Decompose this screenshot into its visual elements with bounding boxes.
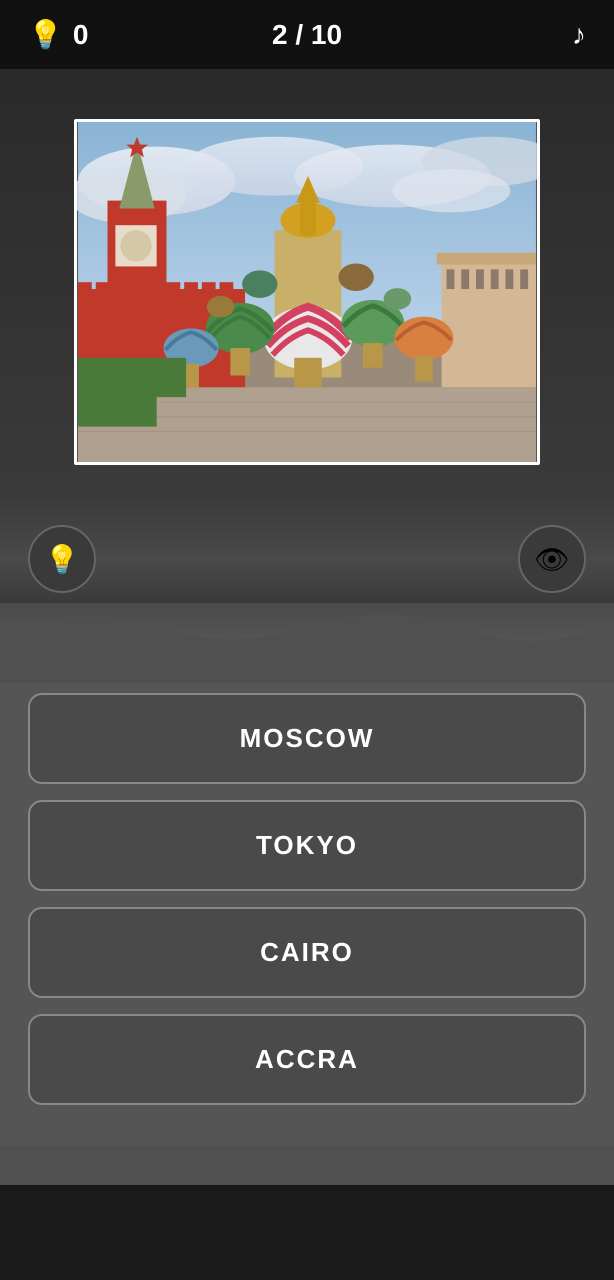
answer-moscow[interactable]: MOSCOW (28, 693, 586, 784)
hint-eye-button[interactable]: 👁 (518, 525, 586, 593)
answers-section: MOSCOW TOKYO CAIRO ACCRA (0, 683, 614, 1185)
quiz-image (74, 119, 540, 465)
answer-accra[interactable]: ACCRA (28, 1014, 586, 1105)
answers-list: MOSCOW TOKYO CAIRO ACCRA (0, 683, 614, 1145)
top-bar: 💡 0 2 / 10 ♪ (0, 0, 614, 69)
hint-bulb-icon: 💡 (45, 543, 80, 576)
image-section (0, 69, 614, 495)
score-value: 0 (73, 19, 89, 51)
hint-section: 💡 👁 (0, 495, 614, 603)
music-icon[interactable]: ♪ (572, 19, 586, 51)
progress-indicator: 2 / 10 (272, 19, 342, 51)
wave-divider (0, 603, 614, 683)
score-area: 💡 0 (28, 18, 88, 51)
bulb-score-icon: 💡 (28, 18, 63, 51)
hint-eye-icon: 👁 (534, 543, 570, 576)
hint-bulb-button[interactable]: 💡 (28, 525, 96, 593)
answer-cairo[interactable]: CAIRO (28, 907, 586, 998)
answer-tokyo[interactable]: TOKYO (28, 800, 586, 891)
